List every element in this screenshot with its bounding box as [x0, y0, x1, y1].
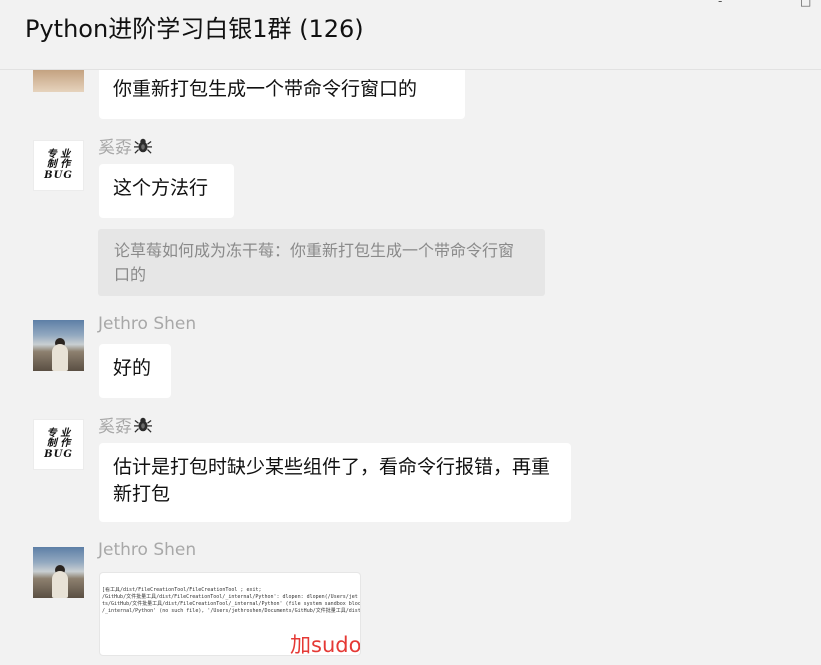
avatar[interactable]	[33, 547, 84, 598]
avatar-figure-body	[52, 571, 68, 598]
code-line: [看工具/dist/FileCreationTool/FileCreationT…	[102, 587, 262, 593]
quoted-text: 论草莓如何成为冻干莓：你重新打包生成一个带命令行窗口的	[114, 241, 515, 284]
chat-title: Python进阶学习白银1群 (126)	[25, 15, 364, 43]
sender-name: Jethro Shen	[98, 314, 197, 334]
sender-name: 奚孬	[98, 133, 152, 158]
spider-icon	[134, 417, 152, 433]
quoted-message[interactable]: 论草莓如何成为冻干莓：你重新打包生成一个带命令行窗口的	[98, 229, 545, 296]
message-bubble: 估计是打包时缺少某些组件了，看命令行报错，再重新打包	[99, 443, 571, 522]
code-line: /GitHub/文件批量工具/dist/FileCreationTool/_in…	[102, 594, 358, 600]
sender-name: Jethro Shen	[98, 540, 197, 560]
terminal-screenshot: [看工具/dist/FileCreationTool/FileCreationT…	[100, 587, 360, 615]
minimize-button[interactable]: -	[718, 0, 722, 8]
avatar-text: BUG	[44, 169, 73, 181]
avatar[interactable]: 专 业 制 作 BUG	[33, 140, 84, 191]
sender-name-text: 奚孬	[98, 138, 132, 158]
message-bubble: 你重新打包生成一个带命令行窗口的	[99, 65, 465, 119]
image-annotation: 加sudo 更改权限	[290, 633, 361, 656]
message-bubble: 好的	[99, 344, 171, 398]
avatar[interactable]	[33, 320, 84, 371]
message-bubble: 这个方法行	[99, 164, 234, 218]
message-text: 好的	[113, 357, 152, 379]
code-line: /_internal/Python' (no such file), '/Use…	[102, 608, 360, 614]
message-text: 估计是打包时缺少某些组件了，看命令行报错，再重新打包	[113, 456, 551, 505]
spider-icon	[134, 138, 152, 154]
message-text: 这个方法行	[113, 177, 209, 199]
code-line: ts/GitHub/文件批量工具/dist/FileCreationTool/_…	[102, 601, 360, 607]
maximize-button[interactable]: □	[800, 0, 811, 8]
sender-name-text: 奚孬	[98, 417, 132, 437]
chat-header: Python进阶学习白银1群 (126) - □	[0, 0, 821, 70]
image-message[interactable]: [看工具/dist/FileCreationTool/FileCreationT…	[99, 572, 361, 656]
avatar-figure-body	[52, 344, 68, 371]
avatar-text: BUG	[44, 448, 73, 460]
avatar[interactable]: 专 业 制 作 BUG	[33, 419, 84, 470]
message-text: 你重新打包生成一个带命令行窗口的	[113, 78, 418, 100]
sender-name: 奚孬	[98, 412, 152, 437]
